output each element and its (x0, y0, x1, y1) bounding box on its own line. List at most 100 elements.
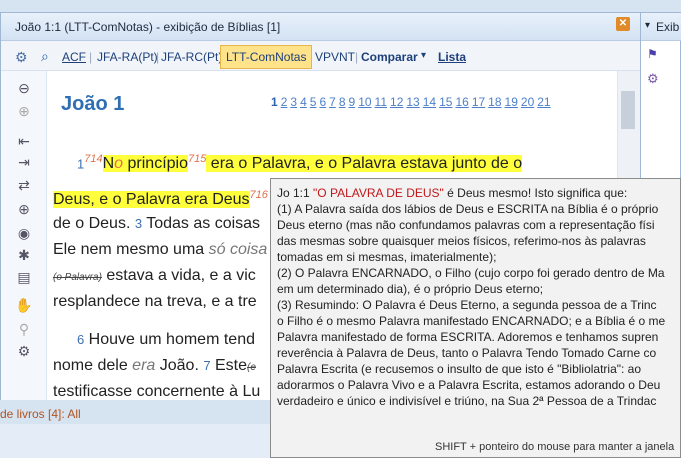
bible-toolbar: ⚙ ⌕ ACF | JFA-RA(Pt) | JFA-RC(Pt) LTT-Co… (1, 41, 641, 71)
chapter-link[interactable]: 18 (488, 95, 501, 109)
chapter-link[interactable]: 7 (329, 95, 336, 109)
footnote-line: o Filho é o mesmo Palavra manifestado EN… (277, 314, 666, 328)
chapter-links: 1 2 3 4 5 6 7 8 9 10 11 12 13 14 15 16 17 18 19 20 21 (271, 95, 554, 109)
footnote-line: (2) O Palavra ENCARNADO, o Filho (cujo c… (277, 266, 665, 280)
verse-number[interactable]: 3 (135, 216, 142, 231)
previous-book-icon[interactable]: ⇤ (15, 133, 33, 149)
navigation-sidebar: ⊖ ⊕ ⇤ ⇥ ⇄ ⊕ ◉ ✱ ▤ ✋ ⚲ ⚙ (1, 71, 47, 401)
verse-line: 6 Houve um homem tend (77, 331, 255, 349)
footnote-line: tomadas em si mesmas, imaterialmente); (277, 250, 497, 264)
verse-text: João. (155, 357, 204, 374)
chapter-link[interactable]: 3 (290, 95, 297, 109)
verse-text: resplandece na treva, e a tre (53, 293, 257, 310)
close-icon[interactable]: ✕ (616, 17, 630, 31)
sync-icon[interactable]: ⇄ (15, 177, 33, 193)
verse-text: testificasse concernente à Lu (53, 383, 261, 400)
tab-jfa-ra[interactable]: JFA-RA(Pt) (97, 50, 158, 64)
chapter-link[interactable]: 15 (439, 95, 452, 109)
footnote-line-text: é Deus mesmo! Isto significa que: (443, 186, 628, 200)
chapter-link[interactable]: 4 (300, 95, 307, 109)
chapter-link[interactable]: 17 (472, 95, 485, 109)
link-icon[interactable]: ⚲ (15, 321, 33, 337)
footnote-text: Jo 1:1 "O PALAVRA DE DEUS" é Deus mesmo!… (277, 185, 680, 409)
hand-icon[interactable]: ✋ (15, 297, 33, 313)
document-icon[interactable]: ▤ (15, 269, 33, 285)
verse-text: Todas as coisas (142, 215, 261, 232)
verse-annotation: (o Palavra) (53, 272, 102, 283)
verse-text: Houve um homem tend (84, 331, 255, 348)
list-button[interactable]: Lista (438, 50, 466, 64)
footnote-marker[interactable]: 716 (250, 189, 268, 201)
chapter-link[interactable]: 5 (310, 95, 317, 109)
bibles-menu-icon[interactable]: ⚙ (15, 49, 28, 66)
chapter-link[interactable]: 8 (339, 95, 346, 109)
back-arrow-icon[interactable]: ⊖ (15, 80, 33, 96)
chapter-link[interactable]: 13 (406, 95, 419, 109)
tab-vpvnt[interactable]: VPVNT (315, 50, 355, 64)
asterisk-icon[interactable]: ✱ (15, 247, 33, 263)
bibles-menu-icon[interactable]: ⚑ (647, 47, 658, 61)
chapter-link[interactable]: 10 (358, 95, 371, 109)
next-book-icon[interactable]: ⇥ (15, 154, 33, 170)
forward-arrow-icon[interactable]: ⊕ (15, 103, 33, 119)
window-title: João 1:1 (LTT-ComNotas) - exibição de Bí… (15, 20, 281, 34)
secondary-pane-title: Exib (656, 20, 680, 34)
chapter-link[interactable]: 16 (455, 95, 468, 109)
footnote-line: Deus eterno (mas não confundamos palavra… (277, 218, 655, 232)
window-titlebar[interactable]: João 1:1 (LTT-ComNotas) - exibição de Bí… (1, 13, 641, 41)
book-heading: João 1 (61, 93, 125, 115)
verse-text: de o Deus. (53, 215, 135, 232)
chapter-link[interactable]: 2 (281, 95, 288, 109)
verse-text: Ele nem mesmo uma (53, 241, 209, 258)
verse-annotation: (e (247, 362, 256, 373)
tab-ltt-comnotas[interactable]: LTT-ComNotas (220, 45, 313, 69)
search-icon[interactable]: ⌕ (41, 48, 49, 65)
footnote-line: adorarmos o Palavra Vivo e a Palavra Esc… (277, 378, 661, 392)
footnote-line: (1) A Palavra saída dos lábios de Deus e… (277, 202, 659, 216)
chevron-down-icon[interactable]: ▾ (421, 50, 426, 61)
verse-text-italic: era (132, 357, 156, 374)
compare-button[interactable]: Comparar (361, 50, 418, 64)
verse-line: de o Deus. 3 Todas as coisas (53, 215, 260, 233)
verse-text-italic: só coisa (208, 241, 268, 258)
gear-icon[interactable]: ⚙ (15, 343, 33, 359)
verse-line: testificasse concernente à Lu (53, 383, 260, 401)
secondary-pane-titlebar[interactable]: ▾ Exib (641, 13, 681, 41)
chapter-link[interactable]: 14 (423, 95, 436, 109)
footnote-line: verdadeiro e único e indivisível e triún… (277, 394, 657, 408)
eye-icon[interactable]: ◉ (15, 225, 33, 241)
verse-number[interactable]: 7 (203, 358, 210, 373)
footnote-marker[interactable]: 714 (84, 153, 102, 165)
chapter-link[interactable]: 1 (271, 95, 278, 109)
footnote-line: (3) Resumindo: O Palavra é Deus Eterno, … (277, 298, 657, 312)
tab-acf[interactable]: ACF (62, 50, 86, 64)
chevron-down-icon[interactable]: ▾ (645, 20, 650, 31)
toolbar-separator: | (355, 50, 359, 64)
chapter-link[interactable]: 20 (521, 95, 534, 109)
scrollbar-thumb[interactable] (621, 91, 635, 129)
verse-text: N (102, 155, 115, 173)
chapter-link[interactable]: 21 (537, 95, 550, 109)
tab-jfa-rc[interactable]: JFA-RC(Pt) (161, 50, 222, 64)
chapter-link[interactable]: 11 (375, 95, 387, 109)
verse-text: Este (210, 357, 248, 374)
footnote-line: Jo 1:1 "O PALAVRA DE DEUS" é Deus mesmo!… (277, 185, 680, 201)
popup-hint: SHIFT + ponteiro do mouse para manter a … (435, 441, 675, 453)
verse-line: nome dele era João. 7 Este(e (53, 357, 256, 375)
verse-text: princípio (123, 155, 188, 173)
footnote-line: em um determinado dia), é o próprio Deus… (277, 282, 544, 296)
verse-text: No princípio (102, 155, 188, 173)
gear-icon[interactable]: ⚙ (647, 71, 659, 87)
verse-text-italic: o (114, 155, 124, 173)
chapter-link[interactable]: 19 (505, 95, 518, 109)
chapter-link[interactable]: 12 (390, 95, 403, 109)
footnote-line: Palavra Escrita (e recusemos o insulto d… (277, 362, 642, 376)
footnote-popup[interactable]: Jo 1:1 "O PALAVRA DE DEUS" é Deus mesmo!… (270, 178, 681, 458)
chapter-link[interactable]: 9 (349, 95, 356, 109)
footnote-marker[interactable]: 715 (188, 153, 206, 165)
verse-line: resplandece na treva, e a tre (53, 293, 257, 311)
zoom-icon[interactable]: ⊕ (15, 201, 33, 217)
chapter-link[interactable]: 6 (319, 95, 326, 109)
footnote-line: Palavra manifestado de forma ESCRITA. Ad… (277, 330, 659, 344)
footnote-reference: Jo 1:1 (277, 186, 314, 200)
